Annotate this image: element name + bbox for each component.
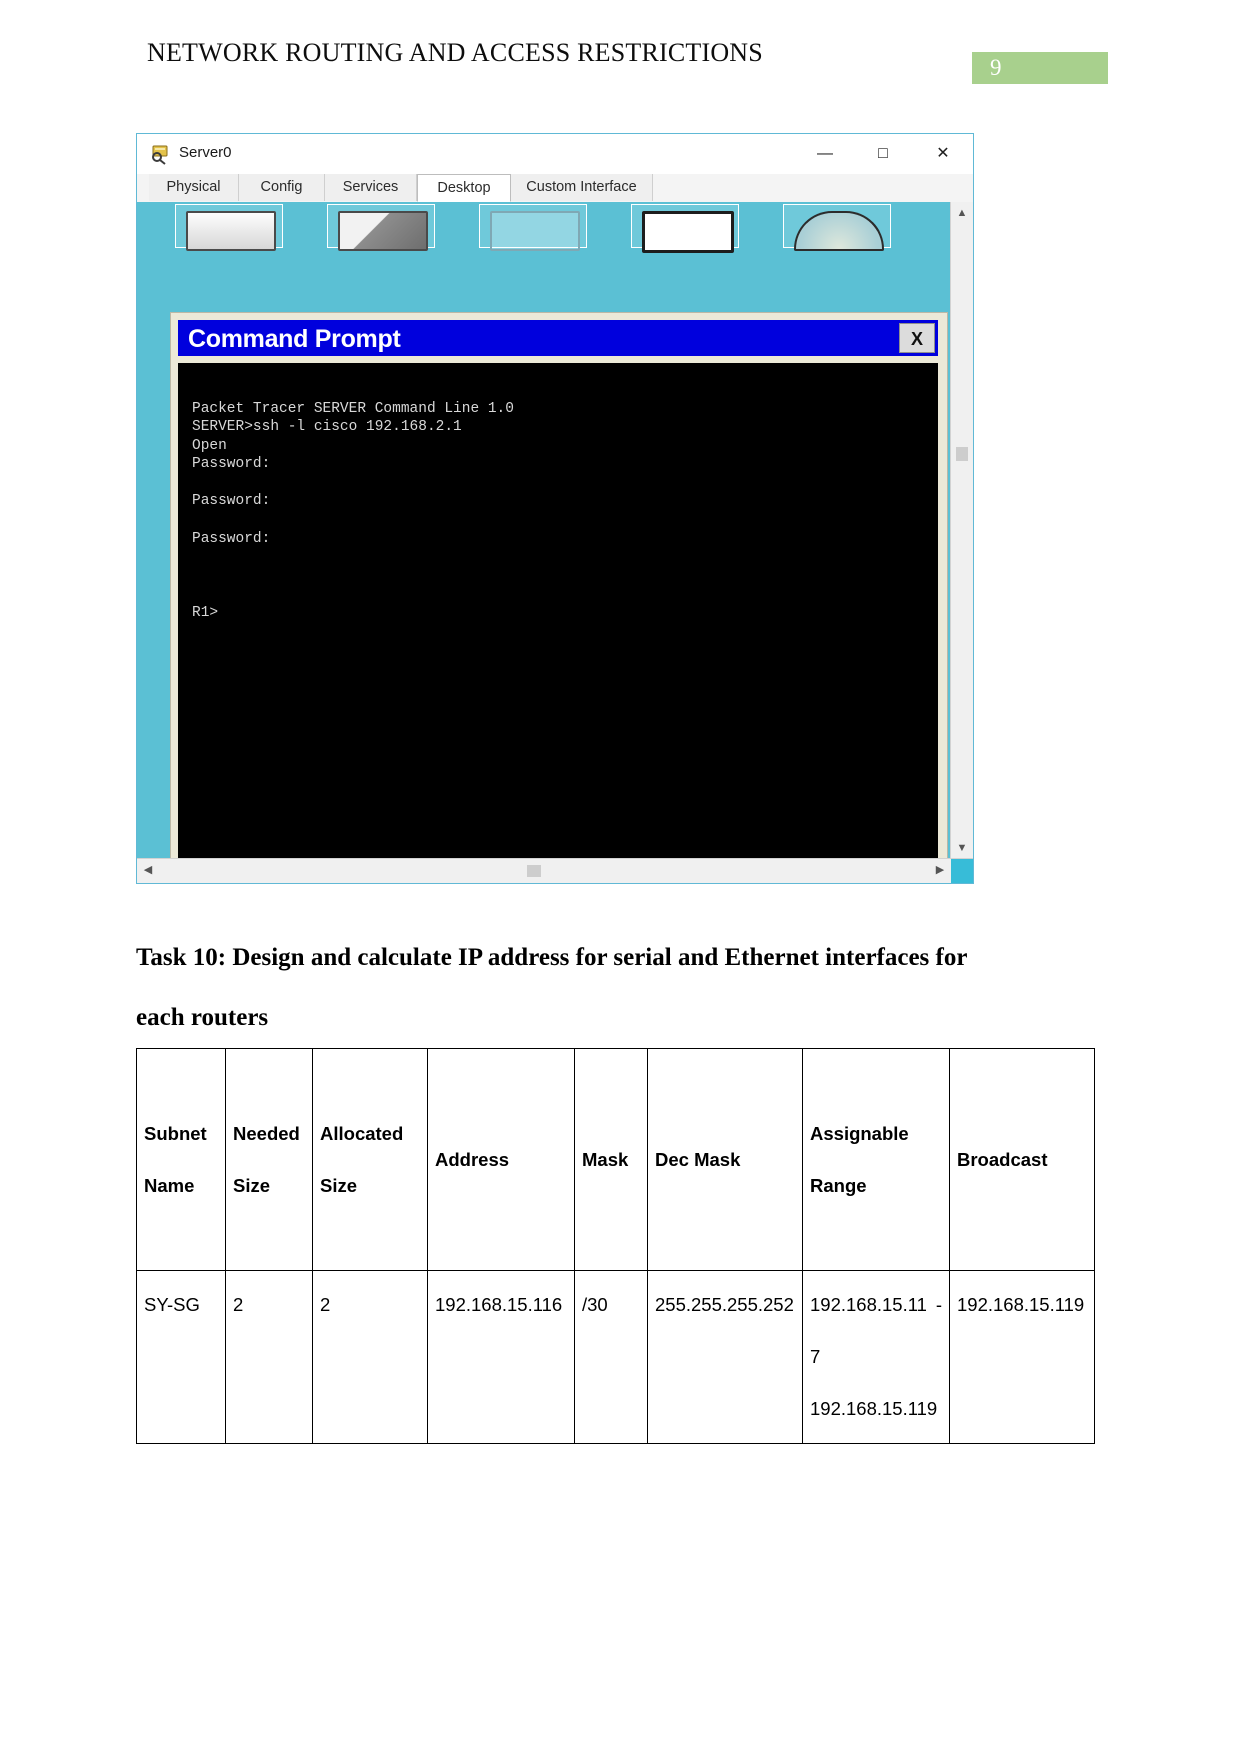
ip-address-table: Subnet Name Needed Size Allocated Size A… bbox=[136, 1048, 1095, 1444]
tab-services[interactable]: Services bbox=[325, 174, 417, 201]
desktop-icon-3[interactable] bbox=[479, 204, 587, 251]
command-prompt-title: Command Prompt bbox=[188, 325, 401, 353]
horizontal-scroll-thumb[interactable] bbox=[527, 865, 541, 877]
cell-address: 192.168.15.116 bbox=[427, 1270, 575, 1444]
desktop-icon-2[interactable] bbox=[327, 204, 435, 251]
desktop-horizontal-scrollbar[interactable]: ◀ ▶ bbox=[137, 858, 973, 883]
app-thumbnail-icon bbox=[794, 211, 884, 251]
table-row: SY-SG 2 2 192.168.15.116 /30 255.255.255… bbox=[136, 1270, 1095, 1444]
header-dec-mask: Dec Mask bbox=[647, 1048, 803, 1271]
desktop-vertical-scrollbar[interactable]: ▲ ▼ bbox=[950, 202, 973, 859]
desktop-icon-area: Command Prompt X Packet Tracer SERVER Co… bbox=[145, 204, 951, 859]
cell-needed-size: 2 bbox=[225, 1270, 313, 1444]
desktop-icon-1[interactable] bbox=[175, 204, 283, 251]
desktop-icon-5[interactable] bbox=[783, 204, 891, 251]
desktop-panel: Command Prompt X Packet Tracer SERVER Co… bbox=[137, 202, 973, 883]
command-prompt-window: Command Prompt X Packet Tracer SERVER Co… bbox=[170, 312, 948, 859]
tab-physical[interactable]: Physical bbox=[149, 174, 239, 201]
page-title: NETWORK ROUTING AND ACCESS RESTRICTIONS bbox=[147, 38, 763, 67]
assignable-range-end: 192.168.15.119 bbox=[810, 1398, 938, 1419]
task-heading: Task 10: Design and calculate IP address… bbox=[136, 944, 968, 1031]
cell-assignable-range: 192.168.15.117 - 192.168.15.119 bbox=[802, 1270, 950, 1444]
maximize-button[interactable]: □ bbox=[860, 142, 906, 166]
assignable-range-dash: - bbox=[935, 1294, 942, 1315]
terminal-output: Packet Tracer SERVER Command Line 1.0 SE… bbox=[192, 400, 514, 622]
app-thumbnail-icon bbox=[642, 211, 734, 253]
window-title: Server0 bbox=[179, 144, 232, 161]
desktop-icon-4[interactable] bbox=[631, 204, 739, 253]
cell-subnet-name: SY-SG bbox=[136, 1270, 226, 1444]
table-header-row: Subnet Name Needed Size Allocated Size A… bbox=[136, 1048, 1095, 1271]
window-titlebar: Server0 — □ ✕ bbox=[137, 134, 973, 174]
close-button[interactable]: ✕ bbox=[920, 142, 966, 166]
scroll-left-icon[interactable]: ◀ bbox=[137, 859, 159, 882]
header-allocated-size: Allocated Size bbox=[312, 1048, 428, 1271]
minimize-button[interactable]: — bbox=[802, 142, 848, 166]
header-address: Address bbox=[427, 1048, 575, 1271]
packet-tracer-server-icon bbox=[149, 143, 171, 165]
cell-allocated-size: 2 bbox=[312, 1270, 428, 1444]
app-thumbnail-icon bbox=[490, 211, 580, 251]
scroll-up-icon[interactable]: ▲ bbox=[951, 202, 973, 224]
page-number: 9 bbox=[990, 55, 1002, 80]
table-body: SY-SG 2 2 192.168.15.116 /30 255.255.255… bbox=[136, 1270, 1095, 1444]
cell-dec-mask: 255.255.255.252 bbox=[647, 1270, 803, 1444]
header-assignable-range: Assignable Range bbox=[802, 1048, 950, 1271]
terminal-screen[interactable]: Packet Tracer SERVER Command Line 1.0 SE… bbox=[178, 363, 938, 859]
table-header: Subnet Name Needed Size Allocated Size A… bbox=[136, 1048, 1095, 1271]
packet-tracer-window: Server0 — □ ✕ Physical Config Services D… bbox=[136, 133, 974, 884]
page-number-badge: 9 bbox=[972, 52, 1108, 84]
header-subnet-name: Subnet Name bbox=[136, 1048, 226, 1271]
tab-desktop[interactable]: Desktop bbox=[417, 174, 511, 202]
tab-config[interactable]: Config bbox=[239, 174, 325, 201]
app-thumbnail-icon bbox=[186, 211, 276, 251]
header-needed-size: Needed Size bbox=[225, 1048, 313, 1271]
tab-custom-interface[interactable]: Custom Interface bbox=[511, 174, 653, 201]
cell-mask: /30 bbox=[574, 1270, 648, 1444]
document-header: NETWORK ROUTING AND ACCESS RESTRICTIONS … bbox=[0, 0, 1241, 100]
scroll-right-icon[interactable]: ▶ bbox=[929, 859, 951, 882]
vertical-scroll-thumb[interactable] bbox=[956, 447, 968, 461]
header-mask: Mask bbox=[574, 1048, 648, 1271]
app-thumbnail-icon bbox=[338, 211, 428, 251]
scroll-down-icon[interactable]: ▼ bbox=[951, 837, 973, 859]
cell-broadcast: 192.168.15.119 bbox=[949, 1270, 1095, 1444]
header-broadcast: Broadcast bbox=[949, 1048, 1095, 1271]
assignable-range-first-line: 192.168.15.117 - bbox=[810, 1279, 942, 1383]
command-prompt-titlebar: Command Prompt X bbox=[178, 320, 938, 356]
command-prompt-close-icon[interactable]: X bbox=[899, 323, 935, 353]
resize-grip[interactable] bbox=[951, 859, 973, 883]
tab-strip: Physical Config Services Desktop Custom … bbox=[137, 174, 973, 203]
assignable-range-start: 192.168.15.117 bbox=[810, 1294, 927, 1367]
